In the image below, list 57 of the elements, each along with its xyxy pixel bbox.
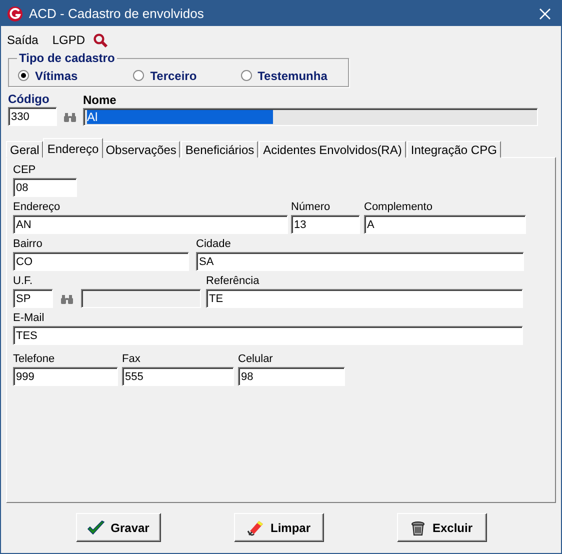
text-field[interactable]: SP — [13, 289, 53, 308]
field-label: U.F. — [13, 275, 34, 288]
binoculars-icon[interactable] — [61, 294, 73, 304]
close-icon[interactable] — [539, 8, 551, 20]
binoculars-icon[interactable] — [64, 112, 76, 122]
name-value: Al — [87, 110, 273, 124]
action-button[interactable]: Gravar — [76, 513, 160, 542]
text-field[interactable]: SA — [196, 252, 524, 271]
field-label: Complemento — [364, 201, 434, 214]
name-field[interactable]: Al — [83, 108, 538, 126]
radio-button[interactable] — [18, 70, 29, 81]
app-logo-icon — [7, 6, 23, 22]
text-field[interactable]: 98 — [238, 367, 345, 386]
search-icon[interactable] — [93, 32, 108, 48]
menu-item[interactable]: Saída — [7, 33, 38, 47]
action-button[interactable]: Limpar — [234, 513, 324, 542]
text-field[interactable]: AN — [13, 215, 288, 234]
field-label: Cidade — [196, 238, 232, 251]
radio-option[interactable]: Vítimas — [18, 68, 134, 82]
text-field[interactable]: 08 — [13, 178, 77, 197]
text-field[interactable]: 999 — [13, 367, 118, 386]
field-label: Nome — [83, 94, 118, 107]
tab[interactable]: Geral — [6, 141, 44, 158]
radio-button[interactable] — [133, 70, 144, 81]
tab[interactable]: Integração CPG — [406, 141, 501, 158]
field-label: Celular — [238, 353, 274, 366]
trash-can-icon — [410, 520, 426, 536]
field-label: Bairro — [13, 238, 44, 251]
tab[interactable]: Endereço — [43, 138, 103, 158]
tab[interactable]: Observações — [102, 141, 180, 158]
tab[interactable]: Beneficiários — [181, 141, 258, 158]
text-field[interactable]: TES — [13, 326, 523, 345]
menu-item[interactable]: LGPD — [52, 33, 86, 47]
code-field[interactable]: 330 — [8, 107, 57, 126]
text-field[interactable]: TE — [206, 289, 523, 308]
field-label: Fax — [122, 353, 142, 366]
window-title: ACD - Cadastro de envolvidos — [29, 6, 205, 21]
radio-option[interactable]: Terceiro — [133, 68, 241, 82]
eraser-icon — [246, 518, 264, 536]
action-button[interactable]: Excluir — [396, 513, 486, 542]
field-label: CEP — [13, 164, 37, 177]
text-field[interactable]: CO — [13, 252, 189, 271]
field-label: Número — [291, 201, 332, 214]
text-field[interactable]: A — [364, 215, 526, 234]
group-title: Tipo de cadastro — [17, 51, 117, 65]
text-field[interactable]: 13 — [291, 215, 360, 234]
checkmark-icon — [86, 520, 105, 536]
field-label: Código — [8, 93, 50, 106]
field-label: Telefone — [13, 353, 56, 366]
text-field[interactable] — [81, 289, 201, 308]
field-label: Endereço — [13, 201, 62, 214]
field-label: E-Mail — [13, 312, 46, 325]
field-label: Referência — [206, 275, 260, 288]
tab[interactable]: Acidentes Envolvidos(RA) — [259, 141, 406, 158]
text-field[interactable]: 555 — [122, 367, 234, 386]
radio-option[interactable]: Testemunha — [240, 68, 348, 82]
radio-button[interactable] — [240, 70, 252, 81]
